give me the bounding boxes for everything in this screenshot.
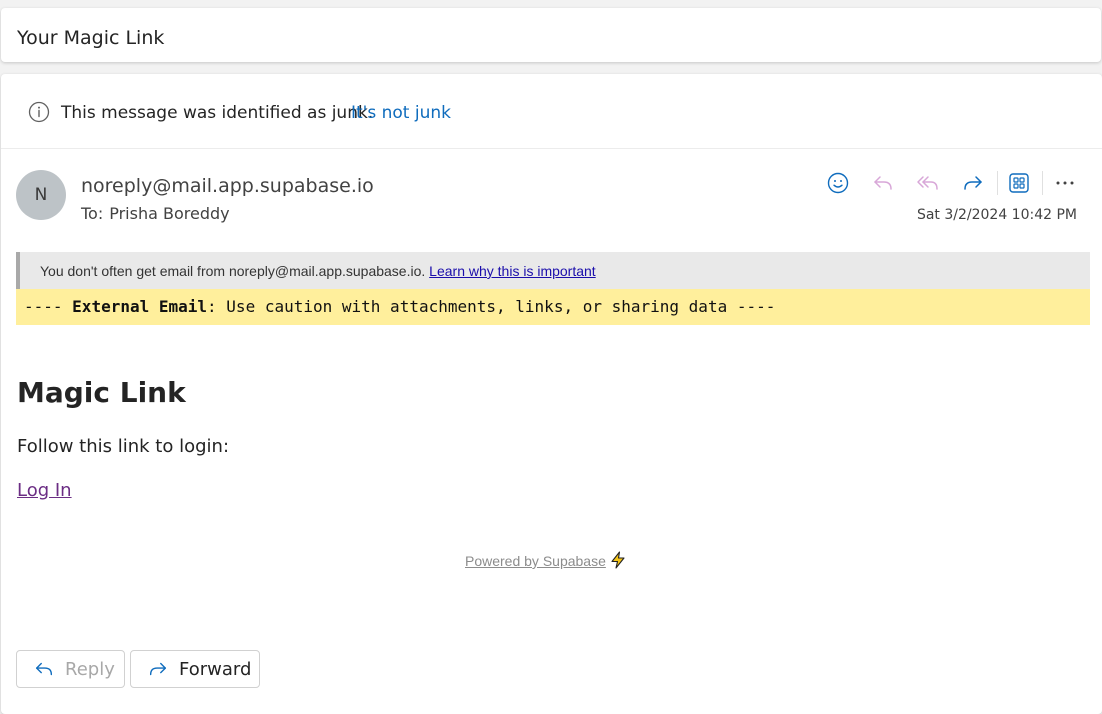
reply-all-toolbar-button[interactable] xyxy=(913,168,943,198)
info-icon xyxy=(28,101,50,123)
forward-icon xyxy=(149,662,167,676)
external-email-banner: ---- External Email: Use caution with at… xyxy=(16,289,1090,325)
apps-icon xyxy=(1009,173,1029,193)
recipient-line: To: Prisha Boreddy xyxy=(81,204,230,224)
learn-why-link[interactable]: Learn why this is important xyxy=(429,263,596,279)
external-email-label: External Email xyxy=(72,297,208,316)
external-email-text: ---- External Email: Use caution with at… xyxy=(24,298,775,316)
emoji-reaction-button[interactable] xyxy=(823,168,853,198)
reply-all-icon xyxy=(917,176,938,190)
apps-button[interactable] xyxy=(1004,168,1034,198)
powered-by-text: Powered by Supabase xyxy=(465,553,606,569)
sender-address[interactable]: noreply@mail.app.supabase.io xyxy=(81,175,374,197)
first-contact-message: You don't often get email from noreply@m… xyxy=(40,263,426,279)
reply-button-label: Reply xyxy=(65,658,115,680)
external-email-prefix: ---- xyxy=(24,297,73,316)
first-contact-text: You don't often get email from noreply@m… xyxy=(40,262,596,280)
message-card: This message was identified as junk. It'… xyxy=(1,74,1102,714)
toolbar-divider xyxy=(1042,171,1043,195)
forward-icon xyxy=(964,176,982,190)
toolbar-divider xyxy=(997,171,998,195)
powered-by-link[interactable]: Powered by Supabase xyxy=(465,551,626,570)
forward-button[interactable]: Forward xyxy=(130,650,260,688)
login-link[interactable]: Log In xyxy=(17,480,72,502)
external-email-warning: : Use caution with attachments, links, o… xyxy=(207,297,776,316)
to-label: To: xyxy=(81,204,104,223)
email-subject: Your Magic Link xyxy=(17,27,165,49)
lightning-bolt-icon xyxy=(611,551,625,569)
recipient-name[interactable]: Prisha Boreddy xyxy=(109,204,229,223)
subject-card: Your Magic Link xyxy=(1,8,1101,62)
body-instruction: Follow this link to login: xyxy=(17,436,230,457)
reply-icon xyxy=(35,662,53,676)
reply-button[interactable]: Reply xyxy=(16,650,125,688)
junk-message: This message was identified as junk. xyxy=(61,103,374,123)
forward-button-label: Forward xyxy=(179,658,252,680)
reply-toolbar-button[interactable] xyxy=(868,168,898,198)
junk-notice-bar: This message was identified as junk. It'… xyxy=(1,74,1102,149)
sender-avatar[interactable]: N xyxy=(16,170,66,220)
more-icon xyxy=(1056,181,1074,185)
emoji-icon xyxy=(827,172,849,194)
message-timestamp: Sat 3/2/2024 10:42 PM xyxy=(916,207,1077,223)
not-junk-link[interactable]: It's not junk xyxy=(351,103,451,123)
forward-toolbar-button[interactable] xyxy=(958,168,988,198)
body-heading: Magic Link xyxy=(17,376,186,409)
reply-icon xyxy=(874,176,892,190)
first-contact-notice: You don't often get email from noreply@m… xyxy=(16,252,1090,289)
more-actions-button[interactable] xyxy=(1050,168,1080,198)
